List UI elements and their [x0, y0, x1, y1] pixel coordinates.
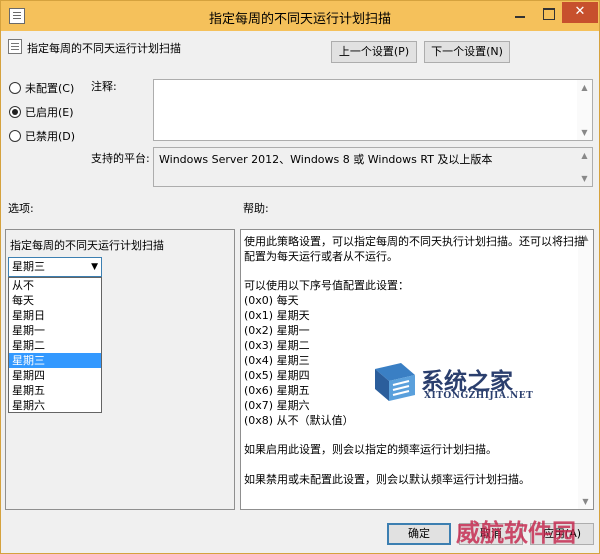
previous-setting-button[interactable]: 上一个设置(P) [331, 41, 417, 63]
close-button[interactable]: ✕ [562, 2, 598, 23]
dialog-window: 指定每周的不同天运行计划扫描 ✕ 指定每周的不同天运行计划扫描 上一个设置(P)… [0, 0, 600, 554]
watermark-site-domain: XITONGZHIJIA.NET [424, 391, 534, 401]
comment-textarea[interactable]: ▲ ▼ [153, 79, 593, 141]
help-scrollbar[interactable]: ▲ ▼ [578, 230, 593, 509]
maximize-button[interactable] [534, 3, 562, 23]
platform-field: Windows Server 2012、Windows 8 或 Windows … [153, 147, 593, 187]
watermark-brand: 威航软件园 [456, 518, 576, 547]
help-text-line: (0x8) 从不（默认值） [244, 414, 354, 427]
ok-button[interactable]: 确定 [387, 523, 451, 545]
help-text-line: (0x7) 星期六 [244, 399, 310, 412]
day-dropdown-value: 星期三 [12, 260, 45, 273]
comment-scrollbar[interactable]: ▲ ▼ [577, 80, 592, 140]
dropdown-option[interactable]: 星期四 [9, 368, 101, 383]
scroll-down-icon[interactable]: ▼ [577, 125, 592, 140]
dropdown-option[interactable]: 星期日 [9, 308, 101, 323]
policy-setting-name: 指定每周的不同天运行计划扫描 [27, 42, 181, 55]
dropdown-option[interactable]: 星期一 [9, 323, 101, 338]
option-setting-label: 指定每周的不同天运行计划扫描 [10, 239, 164, 252]
help-text-line: (0x2) 星期一 [244, 324, 310, 337]
radio-enabled-circle[interactable] [9, 106, 21, 118]
platform-value: Windows Server 2012、Windows 8 或 Windows … [159, 153, 493, 166]
dropdown-option[interactable]: 从不 [9, 278, 101, 293]
help-text-line: (0x4) 星期三 [244, 354, 310, 367]
site-logo-icon [375, 363, 415, 401]
radio-disabled[interactable]: 已禁用(D) [9, 128, 75, 144]
dropdown-option[interactable]: 星期六 [9, 398, 101, 413]
radio-enabled-label: 已启用(E) [25, 106, 74, 119]
next-setting-button[interactable]: 下一个设置(N) [424, 41, 510, 63]
dropdown-option[interactable]: 星期二 [9, 338, 101, 353]
comment-label: 注释: [91, 80, 117, 93]
radio-disabled-label: 已禁用(D) [25, 130, 76, 143]
scroll-down-icon[interactable]: ▼ [578, 494, 593, 509]
help-text-line: (0x0) 每天 [244, 294, 299, 307]
day-dropdown[interactable]: 星期三 ▼ [8, 257, 102, 277]
platform-label: 支持的平台: [91, 152, 150, 165]
scroll-down-icon[interactable]: ▼ [577, 171, 592, 186]
help-text-line: 使用此策略设置，可以指定每周的不同天执行计划扫描。还可以将扫描 [244, 235, 585, 248]
dropdown-option[interactable]: 星期五 [9, 383, 101, 398]
dropdown-option-selected[interactable]: 星期三 [9, 353, 101, 368]
title-bar[interactable]: 指定每周的不同天运行计划扫描 ✕ [1, 1, 599, 31]
help-text-line: 如果禁用或未配置此设置，则会以默认频率运行计划扫描。 [244, 473, 530, 486]
platform-scrollbar[interactable]: ▲ ▼ [577, 148, 592, 186]
radio-enabled[interactable]: 已启用(E) [9, 104, 74, 120]
minimize-button[interactable] [506, 3, 534, 23]
policy-setting-icon [8, 39, 22, 54]
help-text-line: (0x1) 星期天 [244, 309, 310, 322]
help-text-line: (0x3) 星期二 [244, 339, 310, 352]
help-text-line: 可以使用以下序号值配置此设置： [244, 279, 409, 292]
radio-disabled-circle[interactable] [9, 130, 21, 142]
dropdown-option[interactable]: 每天 [9, 293, 101, 308]
scroll-up-icon[interactable]: ▲ [577, 148, 592, 163]
help-text-line: 如果启用此设置，则会以指定的频率运行计划扫描。 [244, 443, 497, 456]
radio-not-configured[interactable]: 未配置(C) [9, 80, 74, 96]
radio-not-configured-label: 未配置(C) [25, 82, 75, 95]
options-label: 选项: [8, 202, 34, 215]
day-dropdown-list[interactable]: 从不 每天 星期日 星期一 星期二 星期三 星期四 星期五 星期六 [8, 277, 102, 413]
help-text-line: 配置为每天运行或者从不运行。 [244, 250, 398, 263]
help-text-line: (0x6) 星期五 [244, 384, 310, 397]
chevron-down-icon[interactable]: ▼ [91, 258, 98, 276]
scroll-up-icon[interactable]: ▲ [577, 80, 592, 95]
help-text-line: (0x5) 星期四 [244, 369, 310, 382]
radio-not-configured-circle[interactable] [9, 82, 21, 94]
help-label: 帮助: [243, 202, 269, 215]
